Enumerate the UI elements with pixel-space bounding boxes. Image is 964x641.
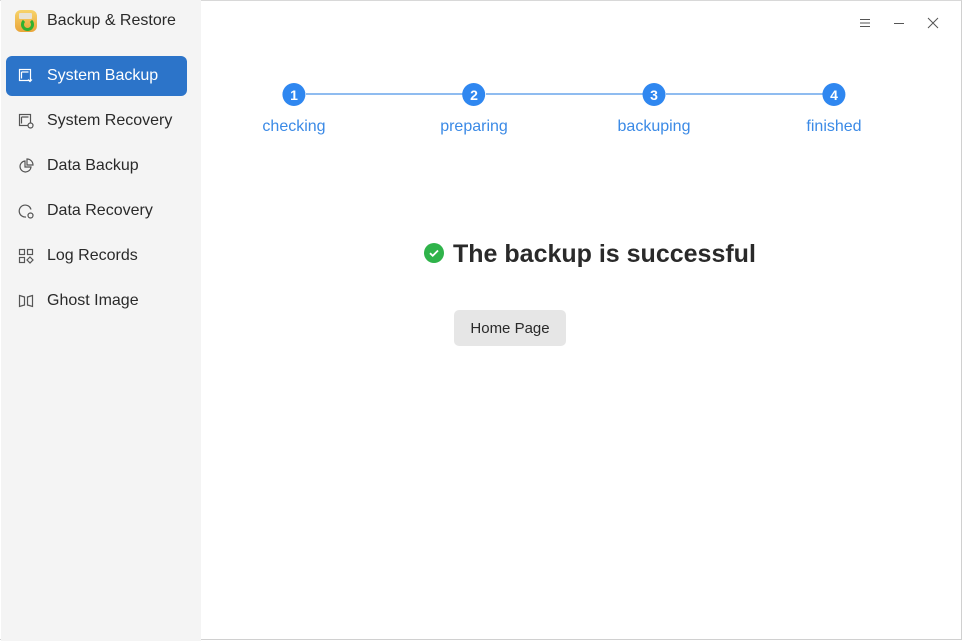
sidebar-item-label: System Backup bbox=[47, 67, 159, 84]
progress-stepper: 1 checking 2 preparing 3 backuping 4 fin… bbox=[262, 83, 862, 143]
close-icon bbox=[927, 17, 939, 29]
data-recovery-icon bbox=[18, 203, 34, 219]
step-number: 2 bbox=[462, 83, 486, 106]
step-preparing: 2 preparing bbox=[440, 83, 508, 136]
step-backuping: 3 backuping bbox=[617, 83, 691, 136]
home-page-button[interactable]: Home Page bbox=[454, 310, 566, 346]
sidebar-item-label: Data Recovery bbox=[47, 202, 153, 219]
step-number: 4 bbox=[822, 83, 846, 106]
sidebar-nav: System Backup System Recovery Data Backu… bbox=[6, 56, 187, 326]
step-label: checking bbox=[262, 118, 326, 135]
step-label: preparing bbox=[440, 118, 508, 135]
sidebar-item-system-recovery[interactable]: System Recovery bbox=[6, 101, 187, 141]
sidebar-item-label: Log Records bbox=[47, 247, 138, 264]
sidebar-item-label: System Recovery bbox=[47, 112, 173, 129]
sidebar: Backup & Restore System Backup System Re… bbox=[1, 0, 201, 641]
app-header: Backup & Restore bbox=[15, 9, 176, 33]
window-controls bbox=[848, 12, 950, 34]
system-backup-icon bbox=[18, 68, 34, 84]
sidebar-item-label: Data Backup bbox=[47, 157, 139, 174]
sidebar-item-label: Ghost Image bbox=[47, 292, 139, 309]
step-finished: 4 finished bbox=[806, 83, 862, 136]
step-label: finished bbox=[806, 118, 862, 135]
sidebar-item-system-backup[interactable]: System Backup bbox=[6, 56, 187, 96]
log-records-icon bbox=[18, 248, 34, 264]
app-title: Backup & Restore bbox=[47, 12, 176, 29]
minimize-icon bbox=[894, 23, 904, 24]
step-number: 3 bbox=[642, 83, 666, 106]
success-check-icon bbox=[424, 242, 444, 263]
close-button[interactable] bbox=[916, 12, 950, 34]
sidebar-item-ghost-image[interactable]: Ghost Image bbox=[6, 281, 187, 321]
hamburger-menu-icon bbox=[860, 19, 870, 27]
ghost-image-icon bbox=[18, 293, 34, 309]
system-recovery-icon bbox=[18, 113, 34, 129]
step-label: backuping bbox=[617, 118, 691, 135]
sidebar-item-log-records[interactable]: Log Records bbox=[6, 236, 187, 276]
data-backup-icon bbox=[18, 158, 34, 174]
menu-button[interactable] bbox=[848, 12, 882, 34]
step-number: 1 bbox=[282, 83, 306, 106]
minimize-button[interactable] bbox=[882, 12, 916, 34]
sidebar-item-data-recovery[interactable]: Data Recovery bbox=[6, 191, 187, 231]
step-checking: 1 checking bbox=[262, 83, 326, 136]
result-text: The backup is successful bbox=[453, 240, 756, 268]
backup-restore-app-icon bbox=[15, 10, 37, 32]
sidebar-item-data-backup[interactable]: Data Backup bbox=[6, 146, 187, 186]
result-message: The backup is successful bbox=[424, 240, 756, 269]
